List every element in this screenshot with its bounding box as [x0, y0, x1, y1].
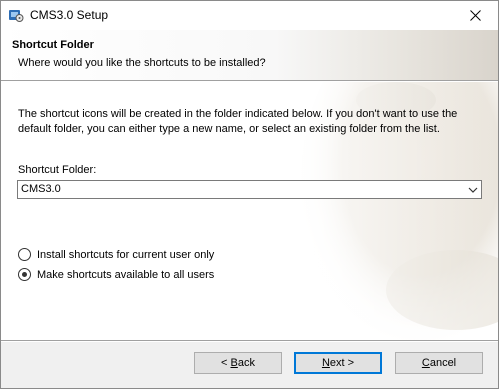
radio-button[interactable]	[18, 248, 31, 261]
chevron-down-icon[interactable]	[468, 185, 478, 195]
next-button-label: ext >	[329, 357, 355, 369]
radio-current-user[interactable]: Install shortcuts for current user only	[18, 248, 214, 261]
page-subtitle: Where would you like the shortcuts to be…	[18, 57, 266, 69]
back-button-prefix: <	[221, 357, 231, 369]
description-text: The shortcut icons will be created in th…	[18, 108, 458, 135]
shortcut-folder-combobox[interactable]: CMS3.0	[17, 180, 482, 199]
back-button[interactable]: < Back	[194, 352, 282, 374]
wizard-content: The shortcut icons will be created in th…	[1, 82, 498, 340]
back-button-label: ack	[237, 357, 255, 369]
page-title: Shortcut Folder	[12, 39, 94, 51]
wizard-footer: < Back Next > Cancel	[1, 342, 498, 388]
setup-window: CMS3.0 Setup Shortcut Folder Where would…	[0, 0, 499, 389]
cancel-button[interactable]: Cancel	[395, 352, 483, 374]
radio-label[interactable]: Make shortcuts available to all users	[37, 269, 214, 281]
next-button-accel: N	[321, 357, 330, 369]
title-bar[interactable]: CMS3.0 Setup	[1, 1, 498, 30]
radio-button[interactable]	[18, 268, 31, 281]
shortcut-folder-value[interactable]: CMS3.0	[21, 183, 61, 195]
shortcut-folder-label: Shortcut Folder:	[18, 164, 97, 176]
close-icon	[469, 10, 481, 21]
next-button[interactable]: Next >	[294, 352, 382, 374]
back-button-accel: B	[230, 357, 238, 369]
wizard-header: Shortcut Folder Where would you like the…	[1, 30, 498, 80]
window-title: CMS3.0 Setup	[30, 8, 109, 22]
cancel-button-label: ancel	[429, 357, 457, 369]
installer-app-icon	[9, 10, 24, 22]
radio-label[interactable]: Install shortcuts for current user only	[37, 249, 214, 261]
cancel-button-accel: C	[421, 357, 430, 369]
close-button[interactable]	[452, 1, 498, 30]
radio-all-users[interactable]: Make shortcuts available to all users	[18, 268, 214, 281]
